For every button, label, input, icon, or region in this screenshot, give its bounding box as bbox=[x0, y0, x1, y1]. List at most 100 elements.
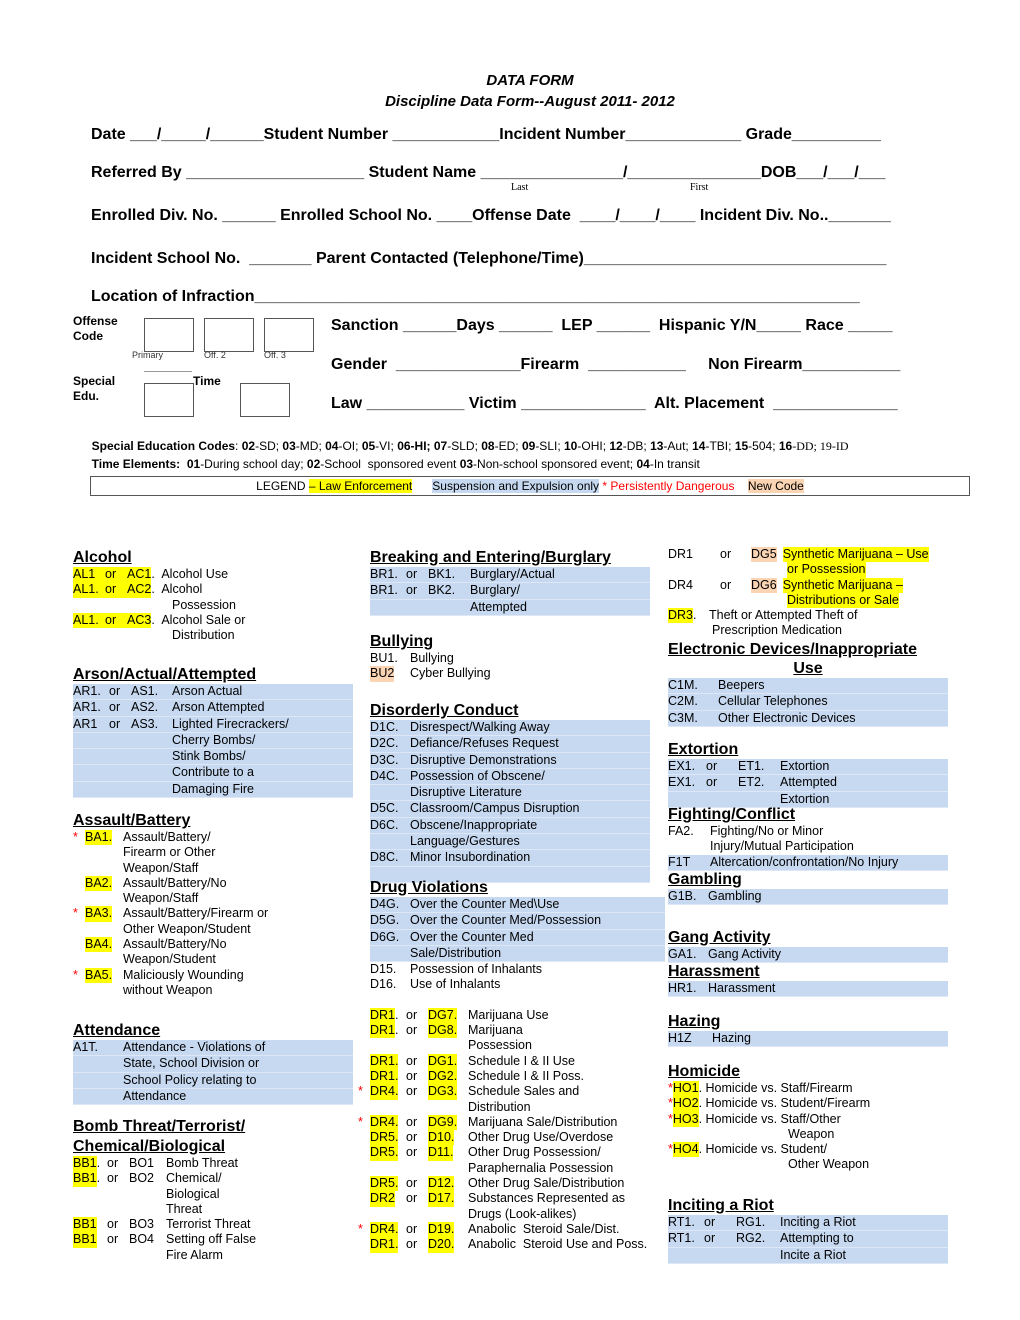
code-row[interactable]: AL1. or AC3. Alcohol Sale or bbox=[73, 612, 353, 629]
code-row[interactable]: Other Weapon bbox=[668, 1157, 948, 1172]
code-row[interactable]: RT1. or RG1. Inciting a Riot bbox=[668, 1215, 948, 1232]
code-row[interactable]: Possession bbox=[73, 598, 353, 613]
code-row[interactable]: D3C. Disruptive Demonstrations bbox=[370, 752, 650, 769]
code-row[interactable]: *HO3. Homicide vs. Staff/Other bbox=[668, 1111, 948, 1127]
code-row[interactable]: without Weapon bbox=[73, 983, 353, 998]
law-victim-altplacement-row[interactable]: Law ___________ Victim ______________ Al… bbox=[331, 395, 898, 413]
code-row[interactable]: D4G. Over the Counter Med\Use bbox=[370, 897, 665, 914]
offense-code-off3-box[interactable] bbox=[264, 318, 314, 352]
code-row[interactable]: AR1 or AS3. Lighted Firecrackers/ bbox=[73, 716, 353, 733]
code-row[interactable]: D4C. Possession of Obscene/ bbox=[370, 768, 650, 786]
code-row[interactable]: BB1. or BO1 Bomb Threat bbox=[73, 1156, 353, 1172]
code-row[interactable]: * DR4. or DG3. Schedule Sales and bbox=[358, 1084, 665, 1100]
code-row[interactable]: Weapon bbox=[668, 1127, 948, 1142]
code-row[interactable]: DR3. Theft or Attempted Theft of bbox=[668, 608, 958, 624]
code-row[interactable]: Damaging Fire bbox=[73, 781, 353, 799]
code-row[interactable]: BR1. or BK1. Burglary/Actual bbox=[370, 567, 650, 584]
code-row[interactable]: Weapon/Staff bbox=[73, 861, 353, 876]
code-row[interactable]: Distribution bbox=[358, 1100, 665, 1115]
code-row[interactable]: AL1 or AC1. Alcohol Use bbox=[73, 567, 353, 583]
code-row[interactable]: D2C. Defiance/Refuses Request bbox=[370, 736, 650, 753]
time-box[interactable] bbox=[240, 383, 290, 417]
code-row[interactable]: BU1. Bullying bbox=[370, 651, 650, 666]
code-row[interactable]: BA4. Assault/Battery/No bbox=[73, 937, 353, 953]
code-row[interactable]: Fire Alarm bbox=[73, 1248, 353, 1263]
offense-code-off2-box[interactable] bbox=[204, 318, 254, 352]
date-student-incident-grade-row[interactable]: Date ___/_____/______Student Number ____… bbox=[91, 126, 881, 144]
code-row[interactable]: Threat bbox=[73, 1202, 353, 1217]
code-row[interactable]: C2M. Cellular Telephones bbox=[668, 694, 948, 711]
code-row[interactable]: Other Weapon/Student bbox=[73, 922, 353, 937]
code-row[interactable]: Drugs (Look-alikes) bbox=[358, 1207, 665, 1222]
special-edu-box[interactable] bbox=[144, 383, 194, 417]
referred-name-dob-row[interactable]: Referred By ____________________ Student… bbox=[91, 164, 885, 182]
code-row[interactable]: C3M. Other Electronic Devices bbox=[668, 710, 948, 727]
enrolled-offense-incident-div-row[interactable]: Enrolled Div. No. ______ Enrolled School… bbox=[91, 207, 891, 225]
code-row[interactable]: AR1. or AS1. Arson Actual bbox=[73, 684, 353, 701]
code-row[interactable]: DR1. or DG8. Marijuana bbox=[358, 1023, 665, 1039]
code-row[interactable]: Language/Gestures bbox=[370, 834, 650, 851]
code-row[interactable]: DR5. or D10. Other Drug Use/Overdose bbox=[358, 1130, 665, 1146]
code-row[interactable]: HR1. Harassment bbox=[668, 981, 948, 998]
code-row[interactable]: Injury/Mutual Participation bbox=[668, 839, 948, 854]
code-row[interactable]: DR5. or D11. Other Drug Possession/ bbox=[358, 1145, 665, 1161]
code-row[interactable]: BB1. or BO2 Chemical/ bbox=[73, 1171, 353, 1187]
code-row[interactable]: * BA3. Assault/Battery/Firearm or bbox=[73, 906, 353, 922]
code-row[interactable]: F1T Altercation/confrontation/No Injury bbox=[668, 854, 948, 871]
code-row[interactable]: EX1. or ET1. Extortion bbox=[668, 759, 948, 776]
code-row[interactable]: Firearm or Other bbox=[73, 845, 353, 860]
code-row[interactable]: DR5. or D12. Other Drug Sale/Distribution bbox=[358, 1176, 665, 1192]
code-row[interactable]: BB1 or BO4 Setting off False bbox=[73, 1232, 353, 1248]
code-row[interactable]: * DR4. or D19. Anabolic Steroid Sale/Dist. bbox=[358, 1221, 665, 1238]
code-row[interactable]: A1T. Attendance - Violations of bbox=[73, 1040, 353, 1057]
code-row[interactable]: D15. Possession of Inhalants bbox=[370, 962, 665, 977]
code-row[interactable]: GA1. Gang Activity bbox=[668, 947, 948, 964]
sanction-days-lep-hispanic-race-row[interactable]: Sanction ______Days ______ LEP ______ Hi… bbox=[331, 317, 893, 335]
code-row[interactable]: Possession bbox=[358, 1038, 665, 1053]
code-row[interactable]: *HO4. Homicide vs. Student/ bbox=[668, 1142, 948, 1158]
code-row[interactable]: BU2 Cyber Bullying bbox=[370, 666, 650, 682]
code-row[interactable]: School Policy relating to bbox=[73, 1072, 353, 1089]
code-row[interactable]: Incite a Riot bbox=[668, 1247, 948, 1264]
code-row[interactable]: AR1. or AS2. Arson Attempted bbox=[73, 700, 353, 717]
code-row[interactable]: Sale/Distribution bbox=[370, 945, 665, 963]
code-row[interactable]: D6C. Obscene/Inappropriate bbox=[370, 817, 650, 835]
code-row[interactable]: *HO1. Homicide vs. Staff/Firearm bbox=[668, 1081, 948, 1097]
incident-school-parent-contacted-row[interactable]: Incident School No. _______ Parent Conta… bbox=[91, 250, 886, 268]
code-row[interactable]: DR1. or DG1. Schedule I & II Use bbox=[358, 1053, 665, 1069]
code-row[interactable]: Contribute to a bbox=[73, 765, 353, 782]
code-row[interactable]: G1B. Gambling bbox=[668, 889, 948, 906]
code-row[interactable]: FA2. Fighting/No or Minor bbox=[668, 824, 948, 839]
code-row[interactable]: D8C. Minor Insubordination bbox=[370, 850, 650, 867]
code-row[interactable]: Disruptive Literature bbox=[370, 785, 650, 802]
code-row[interactable]: D6G. Over the Counter Med bbox=[370, 929, 665, 946]
code-row[interactable]: Weapon/Staff bbox=[73, 891, 353, 906]
code-row[interactable]: Cherry Bombs/ bbox=[73, 732, 353, 750]
code-row[interactable]: *HO2. Homicide vs. Student/Firearm bbox=[668, 1096, 948, 1112]
code-row[interactable]: BR1. or BK2. Burglary/ bbox=[370, 583, 650, 600]
code-row[interactable]: DR2 or D17. Substances Represented as bbox=[358, 1191, 665, 1207]
code-row[interactable]: Attempted bbox=[370, 599, 650, 616]
code-row[interactable]: D16. Use of Inhalants bbox=[370, 977, 665, 992]
code-row[interactable]: Attendance bbox=[73, 1088, 353, 1106]
code-row[interactable]: Biological bbox=[73, 1187, 353, 1202]
code-row[interactable]: State, School Division or bbox=[73, 1056, 353, 1073]
code-row[interactable]: RT1. or RG2. Attempting to bbox=[668, 1231, 948, 1248]
code-row[interactable]: DR1 or DG5 Synthetic Marijuana – Use bbox=[668, 547, 958, 563]
offense-code-primary-box[interactable] bbox=[144, 318, 194, 352]
code-row[interactable]: DR1. or DG7. Marijuana Use bbox=[358, 1007, 665, 1024]
code-row[interactable]: C1M. Beepers bbox=[668, 678, 948, 695]
code-row[interactable]: * DR4. or DG9. Marijuana Sale/Distribution bbox=[358, 1114, 665, 1131]
code-row[interactable]: D5G. Over the Counter Med/Possession bbox=[370, 913, 665, 930]
code-row[interactable]: Distribution bbox=[73, 628, 353, 643]
code-row[interactable]: D1C. Disrespect/Walking Away bbox=[370, 720, 650, 737]
code-row[interactable]: DR1. or DG2. Schedule I & II Poss. bbox=[358, 1068, 665, 1085]
code-row[interactable]: H1Z Hazing bbox=[668, 1031, 948, 1048]
code-row[interactable]: DR1. or D20. Anabolic Steroid Use and Poss. bbox=[358, 1237, 665, 1253]
code-row[interactable]: AL1. or AC2. Alcohol bbox=[73, 582, 353, 598]
code-row[interactable]: EX1. or ET2. Attempted bbox=[668, 775, 948, 792]
code-row[interactable]: BA2. Assault/Battery/No bbox=[73, 875, 353, 892]
code-row[interactable]: * BA5. Maliciously Wounding bbox=[73, 967, 353, 983]
code-row[interactable]: Paraphernalia Possession bbox=[358, 1161, 665, 1176]
location-of-infraction-row[interactable]: Location of Infraction__________________… bbox=[91, 288, 860, 306]
